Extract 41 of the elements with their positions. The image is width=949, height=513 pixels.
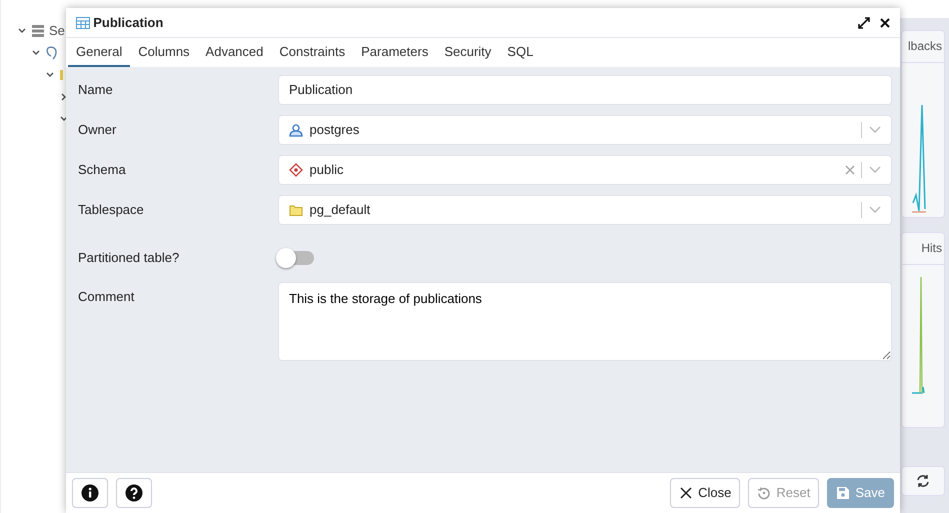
separator-icon: [861, 122, 863, 138]
field-label: Tablespace: [78, 201, 145, 219]
reset-icon: [757, 486, 772, 500]
field-label: Schema: [78, 161, 127, 179]
close-icon: [679, 486, 694, 500]
close-button[interactable]: Close: [670, 478, 740, 508]
panel-title: lbacks: [908, 38, 942, 55]
separator-icon: [861, 202, 863, 218]
info-button[interactable]: [72, 478, 108, 508]
tab[interactable]: Columns: [130, 38, 198, 67]
tab[interactable]: Advanced: [198, 38, 272, 67]
toggle-switch[interactable]: [278, 251, 314, 265]
diamond-icon: [289, 163, 303, 177]
select-field[interactable]: postgres: [278, 115, 892, 145]
maximize-icon[interactable]: [858, 16, 870, 28]
field-label: Owner: [78, 121, 118, 139]
field-label: Partitioned table?: [78, 249, 180, 267]
folder-icon: [289, 203, 303, 217]
server-group-icon: [31, 24, 45, 38]
comment-field[interactable]: This is the storage of publications: [278, 282, 892, 360]
refresh-icon[interactable]: [916, 474, 930, 488]
floppy-icon: [836, 486, 850, 500]
tab[interactable]: Constraints: [271, 38, 354, 67]
panel-title: Hits: [921, 240, 942, 257]
table-icon: [76, 16, 90, 28]
help-icon: [125, 484, 143, 502]
dialog-title: Publication: [93, 14, 164, 32]
tab[interactable]: SQL: [499, 38, 542, 67]
tab[interactable]: General: [68, 38, 130, 67]
tab[interactable]: Security: [436, 38, 500, 67]
text-field[interactable]: Publication: [278, 75, 892, 105]
user-icon: [289, 123, 303, 137]
field-label: Comment: [78, 288, 136, 306]
tab[interactable]: Parameters: [353, 38, 436, 67]
separator-icon: [861, 162, 863, 178]
help-button[interactable]: [116, 478, 152, 508]
field-label: Name: [78, 81, 114, 99]
select-field[interactable]: pg_default: [278, 195, 892, 225]
info-icon: [81, 484, 99, 502]
close-icon[interactable]: [880, 18, 890, 28]
tree-label[interactable]: Se: [49, 21, 65, 41]
